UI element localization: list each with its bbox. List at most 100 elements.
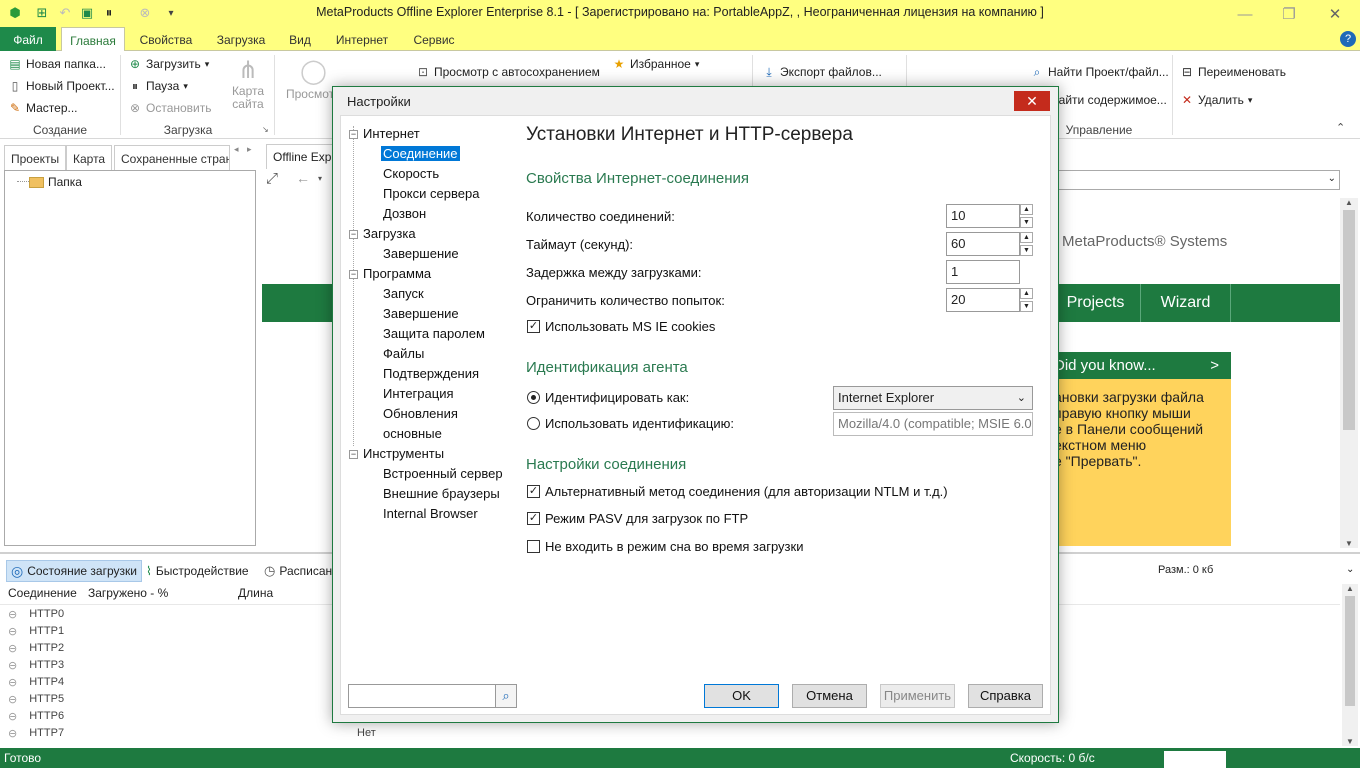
identify-as-radio[interactable]: [527, 391, 540, 404]
agent-select[interactable]: Internet Explorer ⌄: [833, 386, 1033, 410]
next-tip-button[interactable]: >: [1210, 352, 1219, 379]
scroll-thumb[interactable]: [1345, 596, 1355, 706]
use-ident-label[interactable]: Использовать идентификацию:: [545, 416, 734, 431]
stop-button[interactable]: ⊗ Остановить: [128, 101, 212, 115]
wizard-button[interactable]: ✎ Мастер...: [8, 101, 78, 115]
table-row[interactable]: ⊖ HTTP0: [8, 608, 64, 621]
table-row[interactable]: ⊖ HTTP6: [8, 710, 64, 723]
projects-nav-button[interactable]: Projects: [1050, 284, 1140, 322]
scroll-thumb[interactable]: [1343, 210, 1355, 430]
retries-spinner[interactable]: ▲ ▼: [1020, 288, 1033, 312]
col-connection[interactable]: Соединение: [8, 586, 77, 600]
tree-node-program-finish[interactable]: Завершение: [383, 306, 459, 321]
tree-node-internet[interactable]: Интернет: [363, 126, 420, 141]
close-icon[interactable]: ✕: [1312, 2, 1358, 26]
timeout-spinner[interactable]: ▲ ▼: [1020, 232, 1033, 256]
spin-up-icon[interactable]: ▲: [1020, 232, 1033, 243]
ie-cookies-checkbox[interactable]: ✓: [527, 320, 540, 333]
user-agent-input[interactable]: Mozilla/4.0 (compatible; MSIE 6.0: [833, 412, 1033, 436]
collapse-ribbon-icon[interactable]: ⌃: [1336, 121, 1345, 134]
search-icon[interactable]: ⌕: [495, 684, 517, 708]
chevron-down-icon[interactable]: ⌄: [1346, 564, 1354, 575]
find-project-button[interactable]: ⌕ Найти Проект/файл...: [1030, 65, 1169, 79]
back-dropdown-icon[interactable]: ▾: [318, 174, 322, 183]
collapse-icon[interactable]: −: [349, 270, 358, 279]
settings-search-input[interactable]: [348, 684, 496, 708]
identify-as-label[interactable]: Идентифицировать как:: [545, 390, 689, 405]
tree-node-confirmations[interactable]: Подтверждения: [383, 366, 479, 381]
tree-node-general[interactable]: основные: [383, 426, 442, 441]
collapse-icon[interactable]: −: [349, 130, 358, 139]
help-icon[interactable]: ?: [1340, 31, 1356, 47]
tree-node-download[interactable]: Загрузка: [363, 226, 416, 241]
tree-node-dialup[interactable]: Дозвон: [383, 206, 426, 221]
tab-schedule[interactable]: ◷ Расписан: [260, 560, 336, 582]
tree-item-folder[interactable]: Папка: [29, 175, 82, 189]
cancel-button[interactable]: Отмена: [792, 684, 867, 708]
tree-node-startup[interactable]: Запуск: [383, 286, 424, 301]
tab-view[interactable]: Вид: [284, 27, 316, 51]
connections-input[interactable]: 10: [946, 204, 1020, 228]
table-row[interactable]: ⊖ HTTP4: [8, 676, 64, 689]
collapse-icon[interactable]: −: [349, 450, 358, 459]
tab-scroll-right-icon[interactable]: ▸: [247, 144, 252, 155]
ie-cookies-label[interactable]: Использовать MS IE cookies: [545, 319, 715, 334]
tree-node-updates[interactable]: Обновления: [383, 406, 458, 421]
back-icon[interactable]: ←: [296, 170, 310, 186]
autosave-view-button[interactable]: ⊡ Просмотр с автосохранением: [416, 65, 600, 79]
connections-spinner[interactable]: ▲ ▼: [1020, 204, 1033, 228]
pasv-checkbox[interactable]: ✓: [527, 512, 540, 525]
spin-down-icon[interactable]: ▼: [1020, 245, 1033, 256]
spin-down-icon[interactable]: ▼: [1020, 217, 1033, 228]
minimize-icon[interactable]: —: [1222, 2, 1268, 26]
tree-node-tools[interactable]: Инструменты: [363, 446, 444, 461]
tree-node-connection[interactable]: Соединение: [381, 146, 460, 161]
spin-up-icon[interactable]: ▲: [1020, 288, 1033, 299]
tab-performance[interactable]: ⌇ Быстродействие: [142, 560, 253, 582]
col-length[interactable]: Длина: [238, 586, 273, 600]
tree-node-external-browsers[interactable]: Внешние браузеры: [383, 486, 500, 501]
no-sleep-label[interactable]: Не входить в режим сна во время загрузки: [545, 539, 803, 554]
table-row[interactable]: ⊖ HTTP3: [8, 659, 64, 672]
tab-map[interactable]: Карта: [66, 145, 113, 172]
scroll-up-icon[interactable]: ▲: [1345, 198, 1353, 207]
download-button[interactable]: ⊕ Загрузить ▾: [128, 57, 209, 71]
pause-button[interactable]: ⏸ Пауза ▾: [128, 79, 188, 93]
content-scrollbar[interactable]: ▲ ▼: [1340, 198, 1358, 548]
delete-button[interactable]: ✕ Удалить ▾: [1180, 93, 1252, 107]
rename-button[interactable]: ⊟ Переименовать: [1180, 65, 1286, 79]
wizard-nav-button[interactable]: Wizard: [1140, 284, 1230, 322]
tree-node-files[interactable]: Файлы: [383, 346, 424, 361]
bottom-scrollbar[interactable]: ▲ ▼: [1342, 584, 1358, 746]
tree-node-download-finish[interactable]: Завершение: [383, 246, 459, 261]
table-row[interactable]: ⊖ HTTP5: [8, 693, 64, 706]
scroll-down-icon[interactable]: ▼: [1345, 539, 1353, 548]
content-tab[interactable]: Offline Explor: [266, 144, 340, 169]
col-downloaded[interactable]: Загружено - %: [88, 586, 168, 600]
scroll-down-icon[interactable]: ▼: [1346, 737, 1354, 746]
tree-node-proxy[interactable]: Прокси сервера: [383, 186, 479, 201]
tab-download[interactable]: Загрузка: [210, 27, 272, 51]
favorites-button[interactable]: ★ Избранное ▾: [612, 57, 700, 71]
pasv-label[interactable]: Режим PASV для загрузок по FTP: [545, 511, 748, 526]
tab-file[interactable]: Файл: [0, 27, 56, 51]
new-folder-button[interactable]: ▤ Новая папка...: [8, 57, 106, 71]
table-row[interactable]: ⊖ HTTP7: [8, 727, 64, 740]
tree-node-builtin-server[interactable]: Встроенный сервер: [383, 466, 503, 481]
dialog-launcher-icon[interactable]: ↘: [262, 125, 269, 134]
tab-service[interactable]: Сервис: [406, 27, 462, 51]
ok-button[interactable]: OK: [704, 684, 779, 708]
spin-up-icon[interactable]: ▲: [1020, 204, 1033, 215]
tab-home[interactable]: Главная: [61, 27, 125, 52]
tab-internet[interactable]: Интернет: [330, 27, 394, 51]
alt-method-checkbox[interactable]: ✓: [527, 485, 540, 498]
find-content-button[interactable]: Найти содержимое...: [1050, 93, 1167, 107]
delay-input[interactable]: 1: [946, 260, 1020, 284]
tree-node-internal-browser[interactable]: Internal Browser: [383, 506, 478, 521]
export-files-button[interactable]: ⤓ Экспорт файлов...: [762, 65, 882, 79]
tab-download-status[interactable]: ◎ Состояние загрузки: [6, 560, 142, 582]
use-ident-radio[interactable]: [527, 417, 540, 430]
apply-button[interactable]: Применить: [880, 684, 955, 708]
project-tree[interactable]: Папка: [4, 170, 256, 546]
retries-input[interactable]: 20: [946, 288, 1020, 312]
